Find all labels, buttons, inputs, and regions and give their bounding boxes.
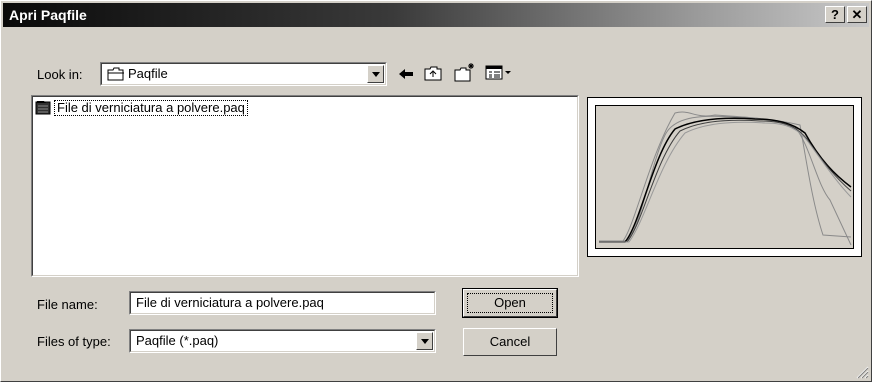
open-button-label: Open (494, 295, 526, 310)
file-type-dropdown-arrow[interactable] (416, 332, 433, 350)
open-file-dialog: Apri Paqfile ? ✕ Look in: Paqfile File d… (0, 0, 872, 382)
file-name-value: File di verniciatura a polvere.paq (136, 295, 324, 310)
view-menu-icon[interactable] (485, 65, 515, 81)
window-title: Apri Paqfile (9, 7, 87, 23)
new-folder-icon[interactable] (453, 61, 477, 83)
file-type-combo[interactable]: Paqfile (*.paq) (129, 329, 436, 353)
cancel-button[interactable]: Cancel (463, 328, 557, 356)
close-button[interactable]: ✕ (847, 6, 867, 23)
look-in-dropdown-arrow[interactable] (367, 65, 384, 83)
preview-pane (587, 97, 862, 257)
look-in-label: Look in: (37, 67, 83, 82)
title-bar[interactable]: Apri Paqfile ? ✕ (3, 3, 869, 27)
file-name-label: File name: (37, 297, 98, 312)
folder-icon (107, 67, 124, 81)
up-folder-icon[interactable] (423, 64, 443, 82)
cancel-button-label: Cancel (489, 334, 531, 349)
file-icon (35, 101, 51, 115)
open-button[interactable]: Open (462, 288, 558, 318)
help-button[interactable]: ? (825, 6, 845, 23)
file-name-field[interactable]: File di verniciatura a polvere.paq (129, 291, 436, 315)
file-type-label: Files of type: (37, 334, 111, 349)
look-in-value: Paqfile (128, 66, 168, 81)
look-in-combo[interactable]: Paqfile (100, 62, 387, 86)
resize-grip-icon[interactable] (855, 365, 869, 379)
file-list[interactable]: File di verniciatura a polvere.paq (31, 95, 579, 277)
file-type-value: Paqfile (*.paq) (136, 333, 219, 348)
back-arrow-icon[interactable] (397, 67, 415, 81)
file-item-name: File di verniciatura a polvere.paq (54, 100, 248, 116)
preview-thumbnail (595, 105, 854, 249)
